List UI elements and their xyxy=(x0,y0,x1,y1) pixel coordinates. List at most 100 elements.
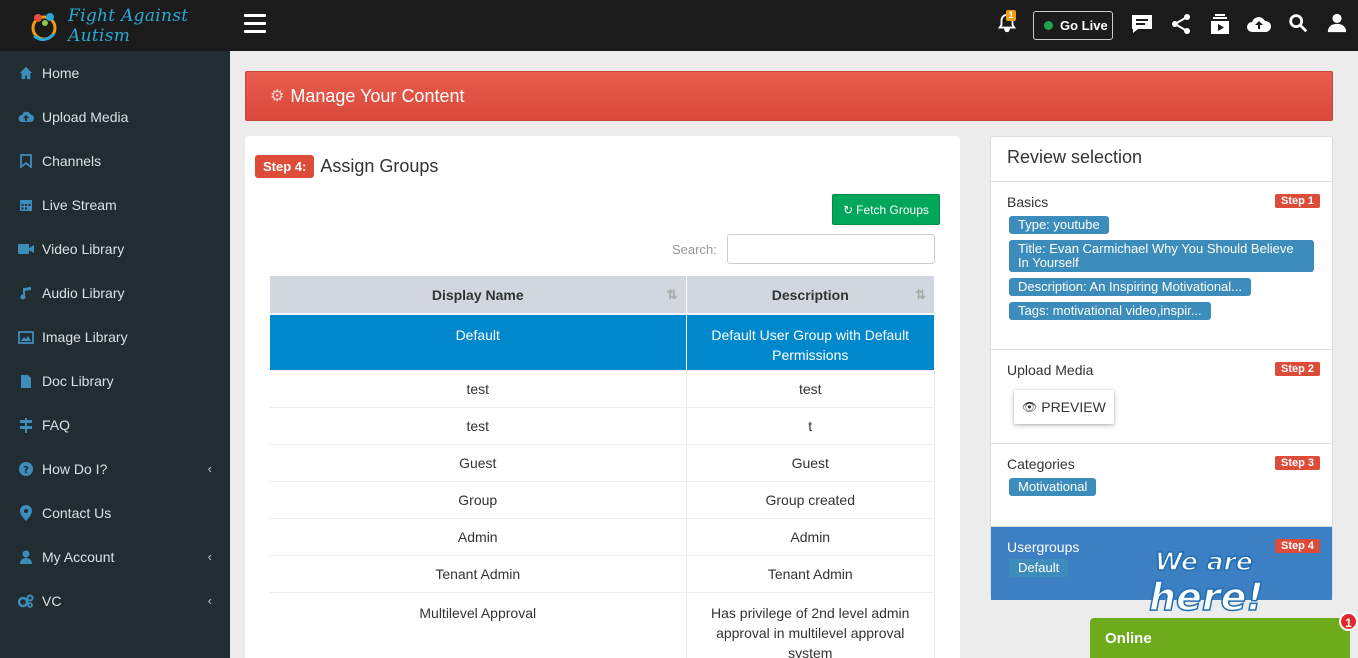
upload-media-label: Upload Media xyxy=(1007,362,1094,378)
sidebar-item-live-stream[interactable]: Live Stream xyxy=(0,183,230,227)
cell-display-name: Multilevel Approval xyxy=(270,592,687,658)
table-row[interactable]: Admin Admin xyxy=(270,518,935,556)
video-camera-icon xyxy=(18,241,34,257)
chat-icon[interactable] xyxy=(1130,12,1154,36)
search-icon[interactable] xyxy=(1287,12,1311,36)
sort-icon: ⇅ xyxy=(915,287,926,302)
cell-description: Admin xyxy=(686,518,935,556)
cell-description: test xyxy=(686,370,935,408)
online-chat-bar[interactable]: Online xyxy=(1090,618,1350,658)
preview-button[interactable]: 👁 PREVIEW xyxy=(1014,390,1114,424)
cloud-upload-icon[interactable] xyxy=(1246,12,1272,36)
logo[interactable]: Fight Against Autism xyxy=(0,0,230,51)
sidebar-item-audio-library[interactable]: Audio Library xyxy=(0,271,230,315)
user-icon[interactable] xyxy=(1326,12,1350,36)
fetch-groups-label: Fetch Groups xyxy=(856,202,929,217)
step-3-badge: Step 3 xyxy=(1274,456,1320,470)
sidebar-item-vc[interactable]: VC ‹ xyxy=(0,579,230,623)
cell-display-name: Group xyxy=(270,481,687,519)
live-dot-icon xyxy=(1044,21,1053,30)
chevron-left-icon: ‹ xyxy=(207,593,212,608)
table-row[interactable]: Group Group created xyxy=(270,481,935,519)
sidebar-item-label: Home xyxy=(42,65,80,81)
menu-toggle-icon[interactable] xyxy=(244,14,266,34)
search-label: Search: xyxy=(672,242,717,257)
playlist-icon[interactable] xyxy=(1208,12,1232,36)
sidebar-item-label: How Do I? xyxy=(42,461,108,477)
cell-description: Default User Group with Default Permissi… xyxy=(686,314,935,371)
logo-text: Fight Against Autism xyxy=(68,5,189,46)
section-title: Assign Groups xyxy=(320,156,439,176)
cell-display-name: Default xyxy=(270,314,687,371)
table-row[interactable]: test t xyxy=(270,407,935,445)
chevron-left-icon: ‹ xyxy=(207,549,212,564)
sidebar-item-contact-us[interactable]: Contact Us xyxy=(0,491,230,535)
svg-text:here!: here! xyxy=(1149,575,1264,618)
review-basics: Basics Step 1 Type: youtube Title: Evan … xyxy=(991,182,1332,350)
search-input[interactable] xyxy=(727,234,935,264)
description-pill: Description: An Inspiring Motivational..… xyxy=(1009,278,1251,296)
category-pill: Motivational xyxy=(1009,478,1097,496)
table-row[interactable]: Multilevel Approval Has privilege of 2nd… xyxy=(270,592,935,658)
sidebar-item-label: FAQ xyxy=(42,417,71,433)
go-live-button[interactable]: Go Live xyxy=(1033,11,1113,40)
calendar-icon xyxy=(18,197,34,213)
sidebar-item-how-do-i[interactable]: ? How Do I? ‹ xyxy=(0,447,230,491)
sidebar-item-faq[interactable]: FAQ xyxy=(0,403,230,447)
fetch-groups-button[interactable]: ↻ Fetch Groups xyxy=(832,194,940,225)
sidebar-item-label: Video Library xyxy=(42,241,125,257)
sidebar-item-my-account[interactable]: My Account ‹ xyxy=(0,535,230,579)
svg-text:We are: We are xyxy=(1155,547,1253,576)
sidebar-item-doc-library[interactable]: Doc Library xyxy=(0,359,230,403)
user-icon xyxy=(18,549,34,565)
eye-icon: 👁 xyxy=(1022,400,1038,414)
cell-display-name: test xyxy=(270,370,687,408)
svg-text:?: ? xyxy=(23,465,29,476)
home-icon xyxy=(18,65,34,81)
sort-icon: ⇅ xyxy=(666,287,678,302)
sidebar-item-channels[interactable]: Channels xyxy=(0,139,230,183)
column-header-display-name[interactable]: Display Name ⇅ xyxy=(270,276,687,315)
table-row[interactable]: Guest Guest xyxy=(270,444,935,482)
sidebar-item-label: Contact Us xyxy=(42,505,112,521)
column-header-description[interactable]: Description ⇅ xyxy=(686,276,935,315)
assign-groups-card: Step 4: Assign Groups ↻ Fetch Groups Sea… xyxy=(245,136,960,658)
map-marker-icon xyxy=(18,505,34,521)
tags-pill: Tags: motivational video,inspir... xyxy=(1009,302,1211,320)
table-row[interactable]: Tenant Admin Tenant Admin xyxy=(270,555,935,593)
we-are-here-badge[interactable]: We are here! xyxy=(1145,540,1295,620)
type-pill: Type: youtube xyxy=(1009,216,1109,234)
sidebar-item-image-library[interactable]: Image Library xyxy=(0,315,230,359)
music-icon xyxy=(18,285,34,301)
sidebar-item-video-library[interactable]: Video Library xyxy=(0,227,230,271)
cell-description: Group created xyxy=(686,481,935,519)
share-icon[interactable] xyxy=(1169,12,1193,36)
chat-unread-badge: 1 xyxy=(1339,612,1358,631)
cell-display-name: Admin xyxy=(270,518,687,556)
sidebar-item-label: My Account xyxy=(42,549,115,565)
gear-icon: ⚙ xyxy=(270,88,285,105)
table-row-selected[interactable]: Default Default User Group with Default … xyxy=(270,314,935,371)
step-heading: Step 4: Assign Groups xyxy=(255,155,438,178)
image-icon xyxy=(18,329,34,345)
title-pill: Title: Evan Carmichael Why You Should Be… xyxy=(1009,240,1314,272)
sidebar-item-home[interactable]: Home xyxy=(0,51,230,95)
cell-description: Guest xyxy=(686,444,935,482)
sidebar-item-label: Doc Library xyxy=(42,373,114,389)
sidebar-item-label: Upload Media xyxy=(42,109,129,125)
sidebar-item-upload-media[interactable]: Upload Media xyxy=(0,95,230,139)
cell-description: Has privilege of 2nd level admin approva… xyxy=(686,592,935,658)
document-icon xyxy=(18,373,34,389)
cell-description: Tenant Admin xyxy=(686,555,935,593)
cloud-upload-icon xyxy=(18,109,34,125)
column-header-label: Display Name xyxy=(431,286,524,303)
table-row[interactable]: test test xyxy=(270,370,935,408)
sidebar-item-label: Image Library xyxy=(42,329,128,345)
refresh-icon: ↻ xyxy=(843,202,854,217)
review-categories: Categories Step 3 Motivational xyxy=(991,444,1332,527)
page-banner: ⚙ Manage Your Content xyxy=(245,71,1333,121)
logo-mark-icon xyxy=(26,8,62,44)
cell-display-name: Tenant Admin xyxy=(270,555,687,593)
signpost-icon xyxy=(18,417,34,433)
notification-badge: 1 xyxy=(1006,10,1016,21)
